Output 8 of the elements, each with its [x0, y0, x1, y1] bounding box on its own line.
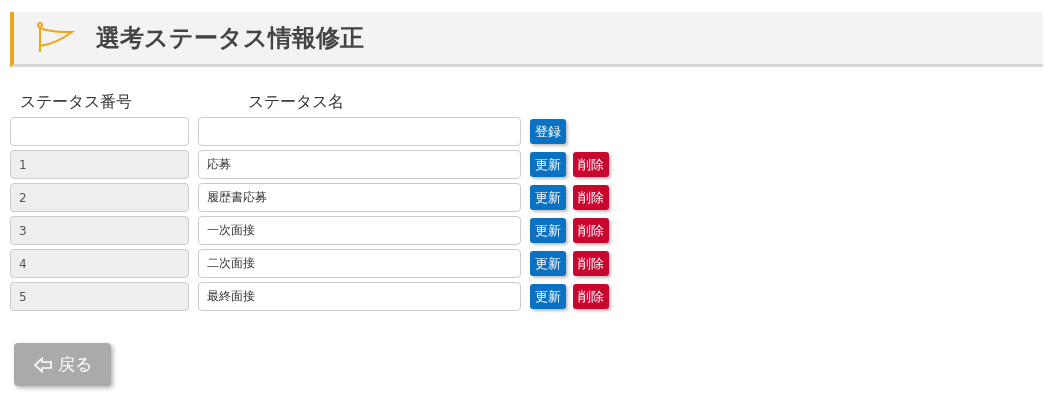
- register-button[interactable]: 登録: [530, 119, 566, 144]
- name-input[interactable]: [198, 117, 521, 146]
- column-label: ステータス名: [247, 92, 345, 113]
- page-title: 選考ステータス情報修正: [96, 23, 364, 54]
- flag-icon: [36, 22, 76, 54]
- arrow-left-icon: [33, 356, 52, 373]
- number-input[interactable]: [10, 117, 189, 146]
- column-label: ステータス番号: [19, 92, 133, 113]
